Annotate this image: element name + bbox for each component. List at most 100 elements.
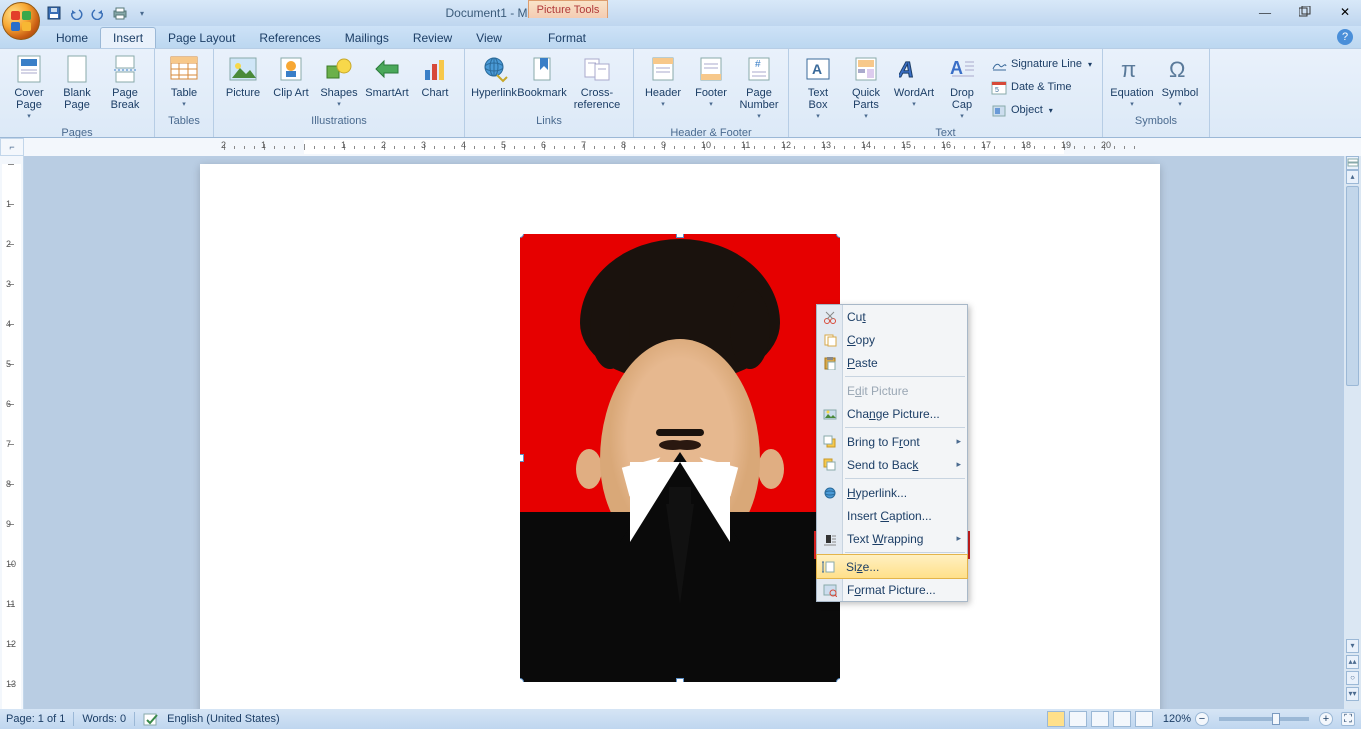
header-icon — [647, 53, 679, 85]
inserted-picture[interactable] — [520, 234, 840, 682]
quick-parts-icon — [850, 53, 882, 85]
page-break-icon — [109, 53, 141, 85]
tab-page-layout[interactable]: Page Layout — [156, 28, 247, 48]
chart-button[interactable]: Chart — [412, 51, 458, 101]
resize-handle-br[interactable] — [836, 678, 840, 682]
text-box-button[interactable]: AText Box — [795, 51, 841, 125]
view-print-layout[interactable] — [1047, 711, 1065, 727]
save-icon[interactable] — [44, 3, 64, 23]
print-icon[interactable] — [110, 3, 130, 23]
menu-text-wrapping[interactable]: Text Wrapping▸ — [817, 527, 967, 550]
equation-button[interactable]: πEquation — [1109, 51, 1155, 113]
ruler-toggle-button[interactable] — [1346, 156, 1359, 170]
cover-page-icon — [13, 53, 45, 85]
document-area: 123456789101112131415 — [0, 156, 1361, 709]
view-draft[interactable] — [1135, 711, 1153, 727]
scroll-thumb[interactable] — [1346, 186, 1359, 386]
header-button[interactable]: Header — [640, 51, 686, 113]
menu-hyperlink[interactable]: Hyperlink... — [817, 481, 967, 504]
view-outline[interactable] — [1113, 711, 1131, 727]
smartart-button[interactable]: SmartArt — [364, 51, 410, 101]
tab-view[interactable]: View — [464, 28, 514, 48]
menu-format-picture[interactable]: Format Picture... — [817, 578, 967, 601]
tab-format[interactable]: Format — [536, 28, 598, 48]
resize-handle-tm[interactable] — [676, 234, 684, 238]
tab-home[interactable]: Home — [44, 28, 100, 48]
zoom-out-button[interactable]: − — [1195, 712, 1209, 726]
menu-cut[interactable]: Cut — [817, 305, 967, 328]
zoom-slider[interactable] — [1219, 717, 1309, 721]
status-page[interactable]: Page: 1 of 1 — [6, 713, 65, 725]
scroll-up-button[interactable]: ▴ — [1346, 170, 1359, 184]
menu-size[interactable]: Size... — [816, 554, 968, 579]
ribbon-tabs: Home Insert Page Layout References Maili… — [0, 26, 1361, 48]
footer-icon — [695, 53, 727, 85]
qat-customize-icon[interactable]: ▾ — [132, 3, 152, 23]
cross-reference-icon — [581, 53, 613, 85]
status-language[interactable]: English (United States) — [167, 713, 280, 725]
office-button[interactable] — [2, 2, 40, 40]
cross-reference-button[interactable]: Cross-reference — [567, 51, 627, 113]
zoom-fit-button[interactable]: ⛶ — [1341, 712, 1355, 726]
hyperlink-button[interactable]: Hyperlink — [471, 51, 517, 101]
menu-change-picture[interactable]: Change Picture... — [817, 402, 967, 425]
equation-icon: π — [1116, 53, 1148, 85]
help-icon[interactable]: ? — [1337, 29, 1353, 45]
resize-handle-ml[interactable] — [520, 454, 524, 462]
vertical-ruler[interactable]: 123456789101112131415 — [0, 156, 24, 709]
resize-handle-bm[interactable] — [676, 678, 684, 682]
close-button[interactable]: ✕ — [1331, 2, 1359, 22]
shapes-button[interactable]: Shapes — [316, 51, 362, 113]
drop-cap-button[interactable]: ADrop Cap — [939, 51, 985, 125]
group-label-illustrations: Illustrations — [220, 113, 458, 129]
prev-page-button[interactable]: ▴▴ — [1346, 655, 1359, 669]
resize-handle-tr[interactable] — [836, 234, 840, 238]
status-words[interactable]: Words: 0 — [82, 713, 126, 725]
table-icon — [168, 53, 200, 85]
maximize-button[interactable] — [1291, 2, 1319, 22]
zoom-in-button[interactable]: + — [1319, 712, 1333, 726]
footer-button[interactable]: Footer — [688, 51, 734, 113]
table-button[interactable]: Table — [161, 51, 207, 113]
view-full-screen[interactable] — [1069, 711, 1087, 727]
wordart-button[interactable]: AWordArt — [891, 51, 937, 113]
shapes-icon — [323, 53, 355, 85]
ruler-corner[interactable]: ⌐ — [0, 138, 24, 156]
menu-paste[interactable]: Paste — [817, 351, 967, 374]
clip-art-button[interactable]: Clip Art — [268, 51, 314, 101]
blank-page-button[interactable]: Blank Page — [54, 51, 100, 113]
undo-icon[interactable] — [66, 3, 86, 23]
page-number-button[interactable]: #Page Number — [736, 51, 782, 125]
view-web-layout[interactable] — [1091, 711, 1109, 727]
next-page-button[interactable]: ▾▾ — [1346, 687, 1359, 701]
tab-review[interactable]: Review — [401, 28, 464, 48]
vertical-scrollbar[interactable]: ▴ ▾ ▴▴ ○ ▾▾ — [1343, 156, 1361, 709]
menu-bring-to-front[interactable]: Bring to Front▸ — [817, 430, 967, 453]
browse-object-button[interactable]: ○ — [1346, 671, 1359, 685]
menu-copy[interactable]: Copy — [817, 328, 967, 351]
symbol-button[interactable]: ΩSymbol — [1157, 51, 1203, 113]
tab-mailings[interactable]: Mailings — [333, 28, 401, 48]
menu-insert-caption[interactable]: Insert Caption... — [817, 504, 967, 527]
tab-references[interactable]: References — [247, 28, 332, 48]
tab-insert[interactable]: Insert — [100, 27, 156, 48]
cover-page-button[interactable]: Cover Page — [6, 51, 52, 125]
object-button[interactable]: Object▾ — [991, 99, 1092, 121]
horizontal-ruler[interactable]: ⌐ 211234567891011121314151617181920 — [0, 138, 1361, 156]
proofing-icon[interactable] — [143, 712, 159, 726]
page[interactable] — [200, 164, 1160, 709]
zoom-level[interactable]: 120% — [1163, 713, 1191, 725]
redo-icon[interactable] — [88, 3, 108, 23]
resize-handle-tl[interactable] — [520, 234, 524, 238]
menu-send-to-back[interactable]: Send to Back▸ — [817, 453, 967, 476]
picture-button[interactable]: Picture — [220, 51, 266, 101]
quick-parts-button[interactable]: Quick Parts — [843, 51, 889, 125]
scroll-down-button[interactable]: ▾ — [1346, 639, 1359, 653]
send-back-icon — [821, 456, 839, 474]
page-break-button[interactable]: Page Break — [102, 51, 148, 113]
date-time-button[interactable]: 5Date & Time — [991, 76, 1092, 98]
minimize-button[interactable]: — — [1251, 2, 1279, 22]
signature-line-button[interactable]: Signature Line▾ — [991, 53, 1092, 75]
object-icon — [991, 102, 1007, 118]
bookmark-button[interactable]: Bookmark — [519, 51, 565, 101]
